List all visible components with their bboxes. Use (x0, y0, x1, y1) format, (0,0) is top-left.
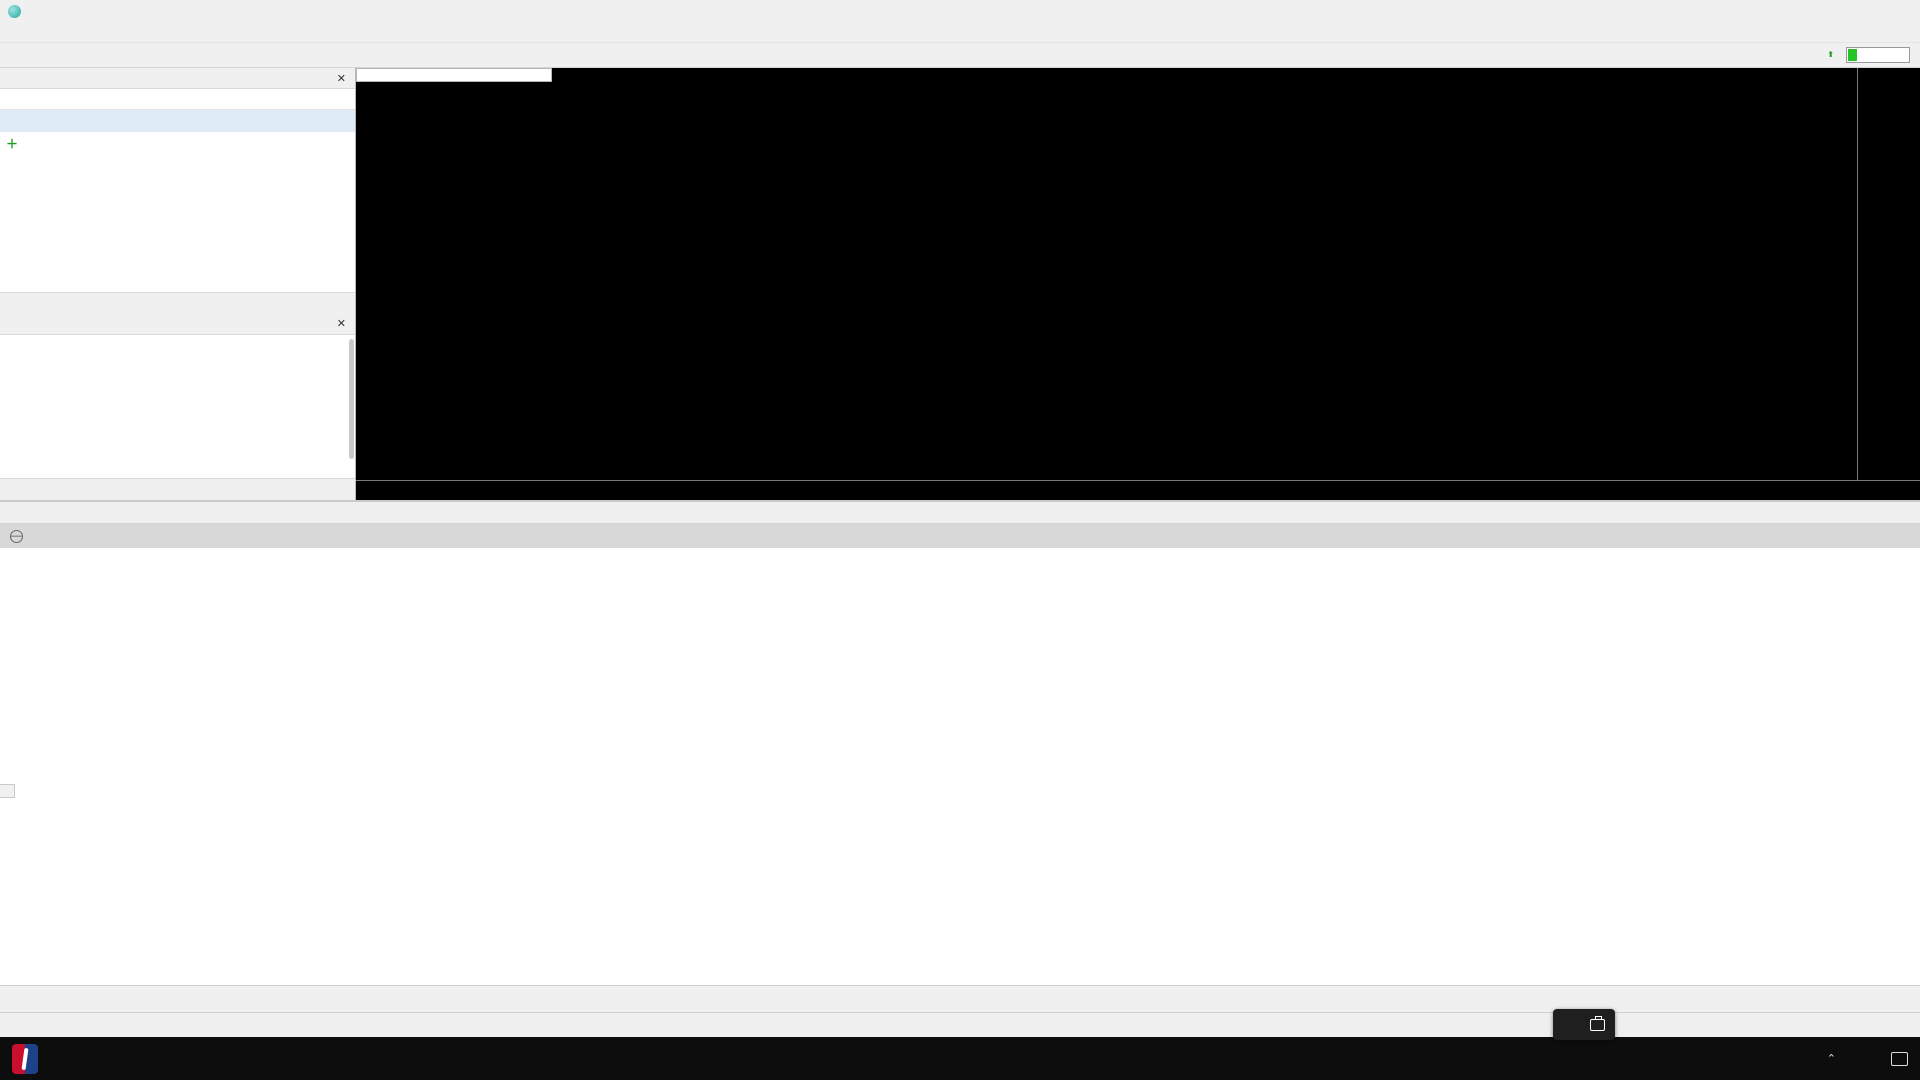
ime-toolbox-icon (1590, 1019, 1605, 1031)
navigator-close-icon[interactable]: ✕ (335, 317, 348, 330)
collapse-icon[interactable]: — (10, 530, 23, 543)
market-watch-header: ✕ (0, 68, 355, 89)
title-bar (0, 0, 1920, 22)
time-axis[interactable] (356, 480, 1920, 500)
status-bar (0, 1012, 1920, 1037)
market-watch-columns (0, 89, 355, 110)
menu-bar (0, 22, 1920, 42)
left-panel: ✕ ＋ ✕ (0, 68, 356, 500)
price-axis[interactable] (1857, 68, 1920, 480)
nba-logo-icon (12, 1044, 38, 1074)
market-watch-symbol-row[interactable] (0, 110, 355, 132)
navigator-header: ✕ (0, 314, 355, 335)
chart-panel[interactable] (356, 68, 1920, 500)
candlestick-chart[interactable] (356, 68, 656, 218)
toolbox-side-tab[interactable] (0, 784, 15, 798)
toolbox-panel: — (0, 500, 1920, 985)
ime-popup[interactable] (1553, 1009, 1615, 1040)
lvl-indicator[interactable]: ⬆ (1827, 51, 1834, 59)
connection-progress (1846, 47, 1910, 63)
app-icon (8, 5, 21, 18)
history-summary-row: — (0, 524, 1920, 548)
tray-chevron-icon[interactable]: ⌃ (1827, 1052, 1836, 1065)
notification-center-icon[interactable] (1891, 1052, 1908, 1066)
ohlc-tooltip (356, 68, 552, 82)
windows-taskbar: ⌃ (0, 1037, 1920, 1080)
market-watch-close-icon[interactable]: ✕ (335, 72, 348, 85)
minimize-button[interactable] (1794, 1, 1832, 21)
market-watch-add-row[interactable]: ＋ (0, 132, 355, 154)
taskbar-widget[interactable] (0, 1044, 58, 1074)
navigator-scrollbar[interactable] (349, 339, 354, 459)
maximize-button[interactable] (1834, 1, 1872, 21)
plus-icon: ＋ (0, 135, 24, 152)
history-table-header[interactable] (0, 502, 1920, 524)
navigator-tree (0, 335, 355, 479)
toolbox-tab-strip (0, 985, 1920, 1012)
toolbar: ⬆ (0, 42, 1920, 68)
close-button[interactable] (1874, 1, 1912, 21)
market-watch-tabs (0, 292, 355, 314)
market-watch-empty (0, 154, 355, 292)
navigator-tabs (0, 478, 355, 500)
system-tray: ⌃ (1827, 1052, 1920, 1066)
